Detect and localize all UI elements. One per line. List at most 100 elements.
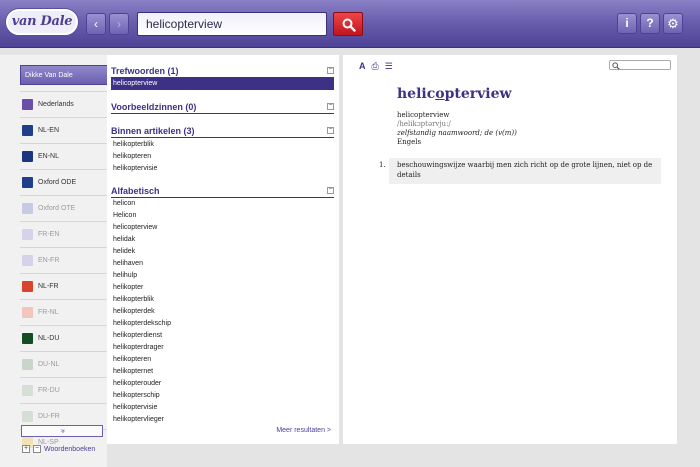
result-item[interactable]: helihulp: [111, 270, 334, 282]
result-item[interactable]: helikopteren: [111, 354, 334, 366]
sidebar-item-label: DU-NL: [38, 361, 60, 368]
binnen-artikelen-list: helikopterblik helikopteren helikoptervisi…: [111, 139, 334, 175]
chevron-right-icon: ›: [117, 17, 121, 31]
sidebar-item-oxford-ote[interactable]: Oxford OTE: [20, 195, 108, 221]
sidebar-item-en-fr[interactable]: EN-FR: [20, 247, 108, 273]
dictionary-cover-icon: [22, 177, 33, 188]
info-button[interactable]: i: [617, 13, 637, 34]
woordenboeken-link[interactable]: Woordenboeken: [44, 446, 95, 453]
sidebar-item-label: FR-DU: [38, 387, 60, 394]
result-item[interactable]: helikoptervisie: [111, 402, 334, 414]
list-view-icon[interactable]: ☰: [385, 61, 393, 72]
sidebar-item-fr-nl[interactable]: FR-NL: [20, 299, 108, 325]
sidebar-item-nl-fr[interactable]: NL-FR: [20, 273, 108, 299]
result-item[interactable]: helidek: [111, 246, 334, 258]
search-icon: [612, 62, 620, 70]
sidebar-item-fr-du[interactable]: FR-DU: [20, 377, 108, 403]
result-item[interactable]: helikopterouder: [111, 378, 334, 390]
sidebar-item-label: Oxford OTE: [38, 205, 76, 212]
sidebar-item-dikke-van-dale[interactable]: Dikke Van Dale: [20, 65, 108, 85]
collapse-icon[interactable]: −: [327, 186, 334, 194]
font-size-icon[interactable]: A: [359, 61, 366, 72]
search-icon: [342, 18, 356, 32]
dictionary-cover-icon: [22, 255, 33, 266]
remove-dictionary-button[interactable]: −: [33, 445, 41, 453]
dictionary-cover-icon: [22, 307, 33, 318]
result-item[interactable]: helikopterblik: [111, 139, 334, 151]
sidebar-item-nl-du[interactable]: NL-DU: [20, 325, 108, 351]
result-item[interactable]: helicopterview: [111, 78, 334, 90]
top-bar: van Dale ‹ › i ? ⚙: [0, 0, 700, 48]
collapse-icon[interactable]: −: [327, 102, 334, 110]
section-title: Alfabetisch: [111, 186, 160, 196]
sidebar-item-nederlands[interactable]: Nederlands: [20, 91, 108, 117]
result-item[interactable]: helikopternet: [111, 366, 334, 378]
result-item[interactable]: Helicon: [111, 210, 334, 222]
result-item[interactable]: helicopterview: [111, 222, 334, 234]
result-item[interactable]: helikoptervlieger: [111, 414, 334, 426]
result-item[interactable]: helicon: [111, 198, 334, 210]
sidebar-item-oxford-ode[interactable]: Oxford ODE: [20, 169, 108, 195]
result-item[interactable]: helikopterdek: [111, 306, 334, 318]
sidebar-item-fr-en[interactable]: FR-EN: [20, 221, 108, 247]
section-trefwoorden[interactable]: Trefwoorden (1) −: [111, 66, 334, 78]
dictionary-cover-icon: [22, 281, 33, 292]
add-dictionary-button[interactable]: +: [22, 445, 30, 453]
grammar-info: zelfstandig naamwoord; de (v(m)): [397, 129, 517, 137]
headword-part: helic: [397, 86, 436, 102]
sidebar-item-label: Dikke Van Dale: [25, 71, 73, 79]
van-dale-logo: van Dale: [6, 9, 78, 35]
sidebar-item-label: NL-EN: [38, 127, 60, 134]
result-item[interactable]: helikopterdekschip: [111, 318, 334, 330]
expand-list-button[interactable]: »: [21, 425, 103, 437]
sidebar-item-label: Nederlands: [38, 101, 74, 108]
gear-icon: ⚙: [667, 16, 679, 31]
entry-search-field[interactable]: [609, 60, 671, 70]
result-item[interactable]: helidak: [111, 234, 334, 246]
result-item[interactable]: helikoptervisie: [111, 163, 334, 175]
result-item[interactable]: helikopterblik: [111, 294, 334, 306]
print-icon[interactable]: ⎙: [372, 61, 379, 72]
collapse-icon[interactable]: −: [327, 66, 334, 74]
section-voorbeeldzinnen[interactable]: Voorbeeldzinnen (0) −: [111, 102, 334, 114]
dictionary-cover-icon: [22, 125, 33, 136]
dictionary-cover-icon: [22, 333, 33, 344]
search-input[interactable]: [137, 12, 327, 36]
section-title: Binnen artikelen (3): [111, 126, 195, 136]
sidebar-item-label: Oxford ODE: [38, 179, 77, 186]
result-item[interactable]: helikopterschip: [111, 390, 334, 402]
woordenboeken-controls: + − Woordenboeken: [22, 445, 95, 453]
forward-button[interactable]: ›: [109, 13, 129, 35]
meer-resultaten-link[interactable]: Meer resultaten >: [276, 427, 331, 434]
sidebar-item-label: FR-EN: [38, 231, 60, 238]
settings-button[interactable]: ⚙: [663, 13, 683, 34]
sidebar-item-label: DU-FR: [38, 413, 60, 420]
sidebar-item-en-nl[interactable]: EN-NL: [20, 143, 108, 169]
section-binnen-artikelen[interactable]: Binnen artikelen (3) −: [111, 126, 334, 138]
section-alfabetisch[interactable]: Alfabetisch −: [111, 186, 334, 198]
result-item[interactable]: helihaven: [111, 258, 334, 270]
back-button[interactable]: ‹: [86, 13, 106, 35]
chevron-left-icon: ‹: [94, 17, 98, 31]
sidebar-item-label: NL-FR: [38, 283, 59, 290]
sidebar-item-label: NL-DU: [38, 335, 60, 342]
dictionary-cover-icon: [22, 99, 33, 110]
help-button[interactable]: ?: [640, 13, 660, 34]
section-title: Voorbeeldzinnen (0): [111, 102, 197, 112]
result-item[interactable]: helikopterdrager: [111, 342, 334, 354]
search-button[interactable]: [333, 12, 363, 36]
collapse-icon[interactable]: −: [327, 126, 334, 134]
sidebar-item-label: FR-NL: [38, 309, 59, 316]
dictionary-cover-icon: [22, 359, 33, 370]
result-item[interactable]: helikopterdienst: [111, 330, 334, 342]
origin-language: Engels: [397, 138, 422, 146]
definition-text: beschouwingswijze waarbij men zich richt…: [397, 161, 653, 179]
trefwoorden-list: helicopterview: [111, 78, 334, 90]
headword-part: pterview: [444, 86, 512, 102]
alfabetisch-list: helicon Helicon helicopterview helidak helid…: [111, 198, 334, 426]
sidebar-item-du-nl[interactable]: DU-NL: [20, 351, 108, 377]
result-item[interactable]: helikopter: [111, 282, 334, 294]
section-title: Trefwoorden (1): [111, 66, 179, 76]
result-item[interactable]: helikopteren: [111, 151, 334, 163]
sidebar-item-nl-en[interactable]: NL-EN: [20, 117, 108, 143]
